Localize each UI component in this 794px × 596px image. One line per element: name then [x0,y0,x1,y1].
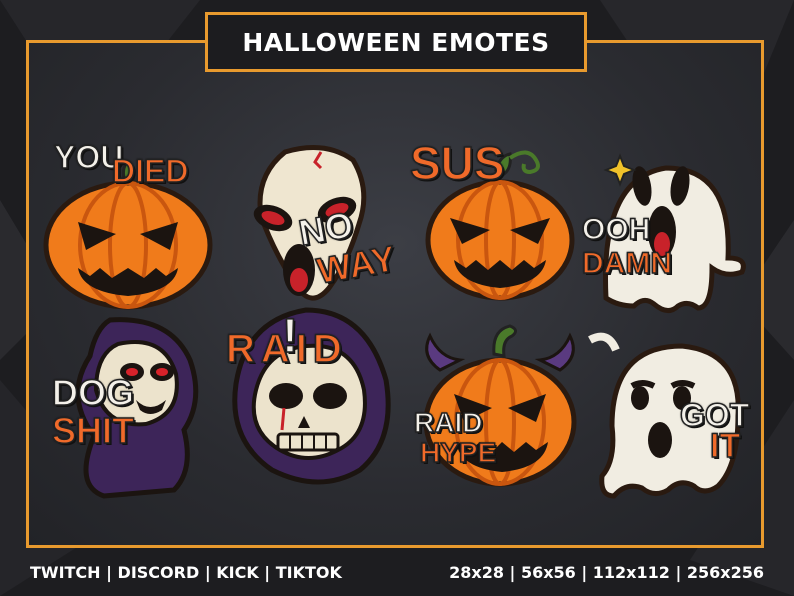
sizes-label: 28x28 | 56x56 | 112x112 | 256x256 [449,563,764,582]
emote-caption-white: NO [295,203,357,254]
emote-raid-hype: RAID HYPE [410,314,590,514]
emote-caption-orange: SUS [409,137,505,189]
emote-caption-white: ! [281,310,298,363]
emote-caption-white: DOG [51,372,135,413]
platforms-label: TWITCH | DISCORD | KICK | TIKTOK [30,563,342,582]
emote-raid: RAID ! [220,300,400,500]
emote-ooh-damn: OOH DAMN [576,128,756,328]
emote-caption-orange: IT [709,427,741,465]
emote-caption-white: OOH [581,213,651,246]
emote-caption-orange: SHIT [51,410,135,451]
emote-dog-shit: DOG SHIT [40,314,220,514]
emote-caption-white: GOT [679,397,750,433]
emote-you-died: YOU DIED [38,130,218,330]
emote-got-it: GOT IT [580,316,760,516]
emote-caption-orange: HYPE [419,437,497,468]
emote-caption-white: RAID [413,407,483,438]
emote-caption-orange: DIED [111,153,189,189]
page-title: HALLOWEEN EMOTES [205,12,587,72]
emote-caption-orange: DAMN [581,247,673,280]
emote-sus: SUS [409,130,590,330]
